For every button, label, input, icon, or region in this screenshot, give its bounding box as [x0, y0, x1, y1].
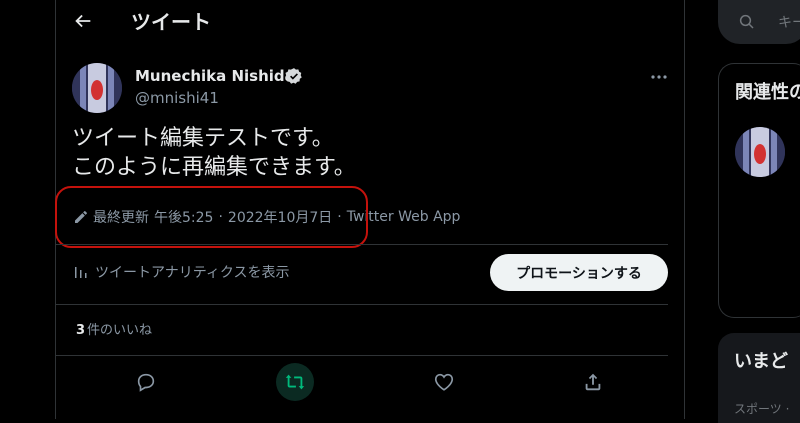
divider — [56, 244, 668, 245]
more-icon — [651, 75, 667, 79]
likes-count: 3 — [76, 323, 86, 338]
tweet-text-line: このように再編集できます。 — [72, 155, 356, 180]
share-button[interactable] — [582, 371, 604, 393]
retweet-button[interactable] — [284, 371, 306, 393]
avatar[interactable] — [72, 63, 122, 113]
likes-label: 件のいいね — [87, 323, 153, 338]
share-icon — [585, 373, 601, 391]
more-button[interactable] — [650, 68, 668, 80]
like-button[interactable] — [433, 371, 455, 393]
like-icon — [434, 373, 454, 391]
author-handle[interactable]: @mnishi41 — [135, 88, 219, 108]
tweet-text-line: ツイート編集テストです。 — [72, 126, 334, 151]
analytics-label[interactable]: ツイートアナリティクスを表示 — [95, 262, 289, 282]
likes-summary[interactable]: 3 件のいいね — [76, 319, 152, 338]
analytics-icon — [75, 267, 87, 278]
page-title: ツイート — [131, 10, 211, 34]
divider — [56, 355, 668, 356]
avatar-image — [735, 127, 785, 177]
trends-panel-title: いまど — [734, 351, 788, 372]
reply-button[interactable] — [135, 371, 157, 393]
verified-badge — [285, 67, 303, 85]
search-icon — [738, 13, 756, 35]
search-input[interactable]: キー — [778, 12, 800, 32]
promote-button[interactable]: プロモーションする — [490, 254, 668, 291]
reply-icon — [137, 373, 155, 392]
verified-badge-icon — [285, 68, 302, 84]
avatar-image — [72, 63, 122, 113]
trend-category[interactable]: スポーツ · — [734, 400, 789, 417]
back-button[interactable] — [72, 10, 94, 32]
retweet-icon — [285, 374, 305, 390]
tweet-text: ツイート編集テストです。 このように再編集できます。 — [72, 124, 356, 182]
divider — [56, 304, 668, 305]
timeline-right-border — [684, 0, 685, 419]
back-arrow-icon — [75, 14, 91, 28]
analytics-link[interactable]: ツイートアナリティクスを表示 — [73, 262, 289, 282]
related-panel-title: 関連性の — [735, 82, 800, 103]
annotation-highlight — [55, 186, 368, 248]
related-avatar[interactable] — [735, 127, 785, 177]
author-name[interactable]: Munechika Nishida — [135, 66, 295, 86]
